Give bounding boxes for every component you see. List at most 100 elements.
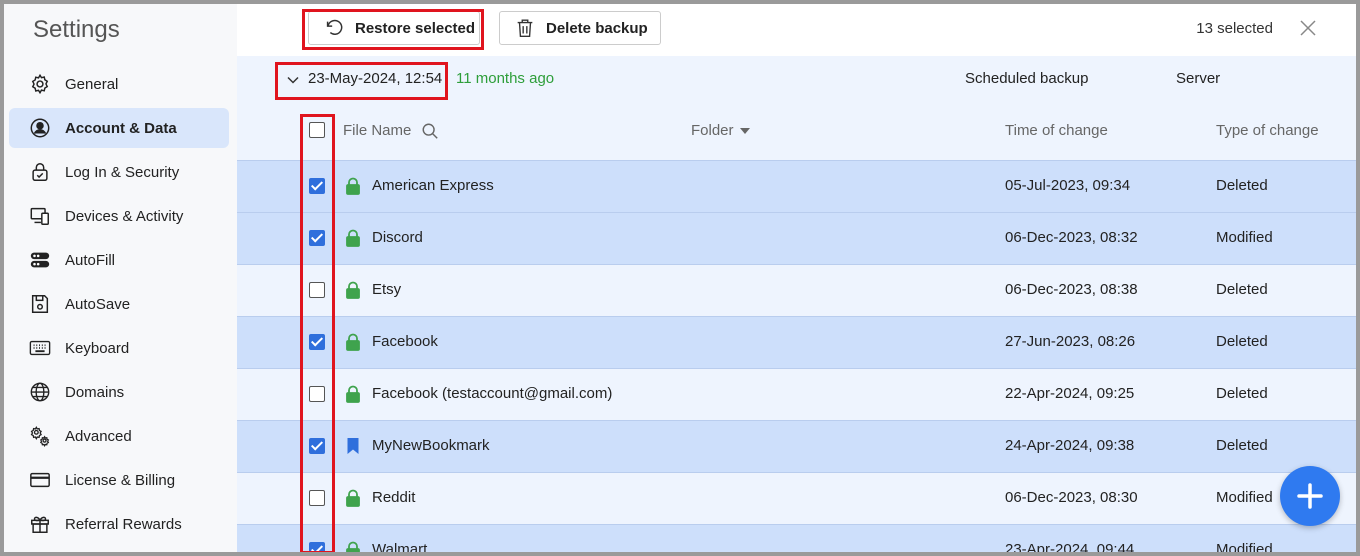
selected-count: 13 selected — [1196, 20, 1273, 37]
row-type: Deleted — [1216, 333, 1268, 350]
column-file-name[interactable]: File Name — [343, 122, 411, 139]
sidebar-item-label: License & Billing — [65, 471, 176, 489]
row-checkbox[interactable] — [309, 334, 325, 350]
delete-backup-label: Delete backup — [546, 19, 648, 37]
select-all-checkbox[interactable] — [309, 122, 325, 138]
backup-group-header: 23-May-2024, 12:54 11 months ago Schedul… — [237, 56, 1356, 104]
advanced-gears-icon — [29, 425, 51, 447]
row-checkbox[interactable] — [309, 386, 325, 402]
row-time: 06-Dec-2023, 08:38 — [1005, 281, 1138, 298]
row-name: Reddit — [372, 489, 416, 506]
backup-age: 11 months ago — [456, 70, 555, 87]
sidebar-item-autofill[interactable]: AutoFill — [9, 240, 229, 280]
app-window: Settings General Account & Data Log In &… — [4, 4, 1356, 552]
lock-icon — [346, 489, 360, 507]
row-time: 23-Apr-2024, 09:44 — [1005, 541, 1135, 552]
row-checkbox[interactable] — [309, 178, 325, 194]
table-row[interactable]: American Express 05-Jul-2023, 09:34 Dele… — [237, 160, 1356, 212]
sidebar-item-advanced[interactable]: Advanced — [9, 416, 229, 456]
user-circle-icon — [29, 117, 51, 139]
backup-date: 23-May-2024, 12:54 — [308, 70, 443, 87]
main-panel: Restore selected Delete backup 13 select… — [237, 4, 1356, 552]
row-time: 22-Apr-2024, 09:25 — [1005, 385, 1135, 402]
table-header: File Name Folder Time of change Type of … — [237, 104, 1356, 160]
sidebar-item-label: Devices & Activity — [65, 207, 184, 225]
sidebar-item-label: Referral Rewards — [65, 515, 182, 533]
sidebar-item-label: Advanced — [65, 427, 132, 445]
backup-location: Server — [1176, 70, 1221, 87]
sort-down-icon[interactable] — [740, 127, 750, 135]
sidebar-item-label: Domains — [65, 383, 125, 401]
sidebar-item-domains[interactable]: Domains — [9, 372, 229, 412]
lock-check-icon — [29, 161, 51, 183]
sidebar-title: Settings — [33, 16, 120, 43]
column-folder[interactable]: Folder — [691, 122, 734, 139]
row-name: Etsy — [372, 281, 402, 298]
row-time: 06-Dec-2023, 08:30 — [1005, 489, 1138, 506]
row-time: 24-Apr-2024, 09:38 — [1005, 437, 1135, 454]
sidebar: Settings General Account & Data Log In &… — [4, 4, 237, 552]
row-name: Facebook (testaccount@gmail.com) — [372, 385, 613, 402]
row-time: 06-Dec-2023, 08:32 — [1005, 229, 1138, 246]
table-row[interactable]: Facebook (testaccount@gmail.com) 22-Apr-… — [237, 368, 1356, 420]
column-time-of-change[interactable]: Time of change — [1005, 122, 1108, 139]
lock-icon — [346, 177, 360, 195]
row-time: 27-Jun-2023, 08:26 — [1005, 333, 1136, 350]
table-row[interactable]: Facebook 27-Jun-2023, 08:26 Deleted — [237, 316, 1356, 368]
table-row[interactable]: Etsy 06-Dec-2023, 08:38 Deleted — [237, 264, 1356, 316]
row-type: Modified — [1216, 229, 1273, 246]
column-type-of-change[interactable]: Type of change — [1216, 122, 1319, 139]
sidebar-item-login-security[interactable]: Log In & Security — [9, 152, 229, 192]
lock-icon — [346, 333, 360, 351]
save-icon — [29, 293, 51, 315]
row-name: MyNewBookmark — [372, 437, 490, 454]
trash-icon — [517, 19, 533, 37]
close-icon[interactable] — [1298, 18, 1318, 38]
sidebar-item-label: Account & Data — [65, 119, 177, 137]
sidebar-item-license-billing[interactable]: License & Billing — [9, 460, 229, 500]
table-row[interactable]: Reddit 06-Dec-2023, 08:30 Modified — [237, 472, 1356, 524]
sidebar-item-keyboard[interactable]: Keyboard — [9, 328, 229, 368]
sidebar-item-label: Keyboard — [65, 339, 130, 357]
row-name: Walmart — [372, 541, 428, 552]
sidebar-item-label: General — [65, 75, 119, 93]
globe-icon — [29, 381, 51, 403]
table-row[interactable]: Walmart 23-Apr-2024, 09:44 Modified — [237, 524, 1356, 552]
bookmark-icon — [347, 438, 359, 454]
sidebar-item-autosave[interactable]: AutoSave — [9, 284, 229, 324]
restore-selected-button[interactable]: Restore selected — [308, 11, 480, 45]
row-type: Deleted — [1216, 437, 1268, 454]
row-checkbox[interactable] — [309, 282, 325, 298]
row-checkbox[interactable] — [309, 230, 325, 246]
keyboard-icon — [29, 337, 51, 359]
sidebar-item-general[interactable]: General — [9, 64, 229, 104]
sidebar-item-label: Log In & Security — [65, 163, 180, 181]
row-checkbox[interactable] — [309, 542, 325, 552]
row-type: Deleted — [1216, 385, 1268, 402]
lock-icon — [346, 541, 360, 552]
delete-backup-button[interactable]: Delete backup — [499, 11, 661, 45]
sidebar-item-devices-activity[interactable]: Devices & Activity — [9, 196, 229, 236]
table-row[interactable]: Discord 06-Dec-2023, 08:32 Modified — [237, 212, 1356, 264]
gear-icon — [29, 73, 51, 95]
row-checkbox[interactable] — [309, 438, 325, 454]
sidebar-item-account-data[interactable]: Account & Data — [9, 108, 229, 148]
row-type: Modified — [1216, 541, 1273, 552]
lock-icon — [346, 385, 360, 403]
add-button[interactable] — [1280, 466, 1340, 526]
search-icon[interactable] — [421, 122, 439, 140]
restore-selected-label: Restore selected — [355, 19, 476, 37]
gift-icon — [29, 513, 51, 535]
lock-icon — [346, 281, 360, 299]
lock-icon — [346, 229, 360, 247]
sidebar-item-label: AutoSave — [65, 295, 131, 313]
chevron-down-icon[interactable] — [285, 72, 301, 88]
table-row[interactable]: MyNewBookmark 24-Apr-2024, 09:38 Deleted — [237, 420, 1356, 472]
undo-icon — [326, 19, 343, 35]
sidebar-item-label: AutoFill — [65, 251, 116, 269]
sidebar-item-referral-rewards[interactable]: Referral Rewards — [9, 504, 229, 544]
devices-icon — [29, 205, 51, 227]
row-time: 05-Jul-2023, 09:34 — [1005, 177, 1131, 194]
row-checkbox[interactable] — [309, 490, 325, 506]
row-type: Deleted — [1216, 281, 1268, 298]
